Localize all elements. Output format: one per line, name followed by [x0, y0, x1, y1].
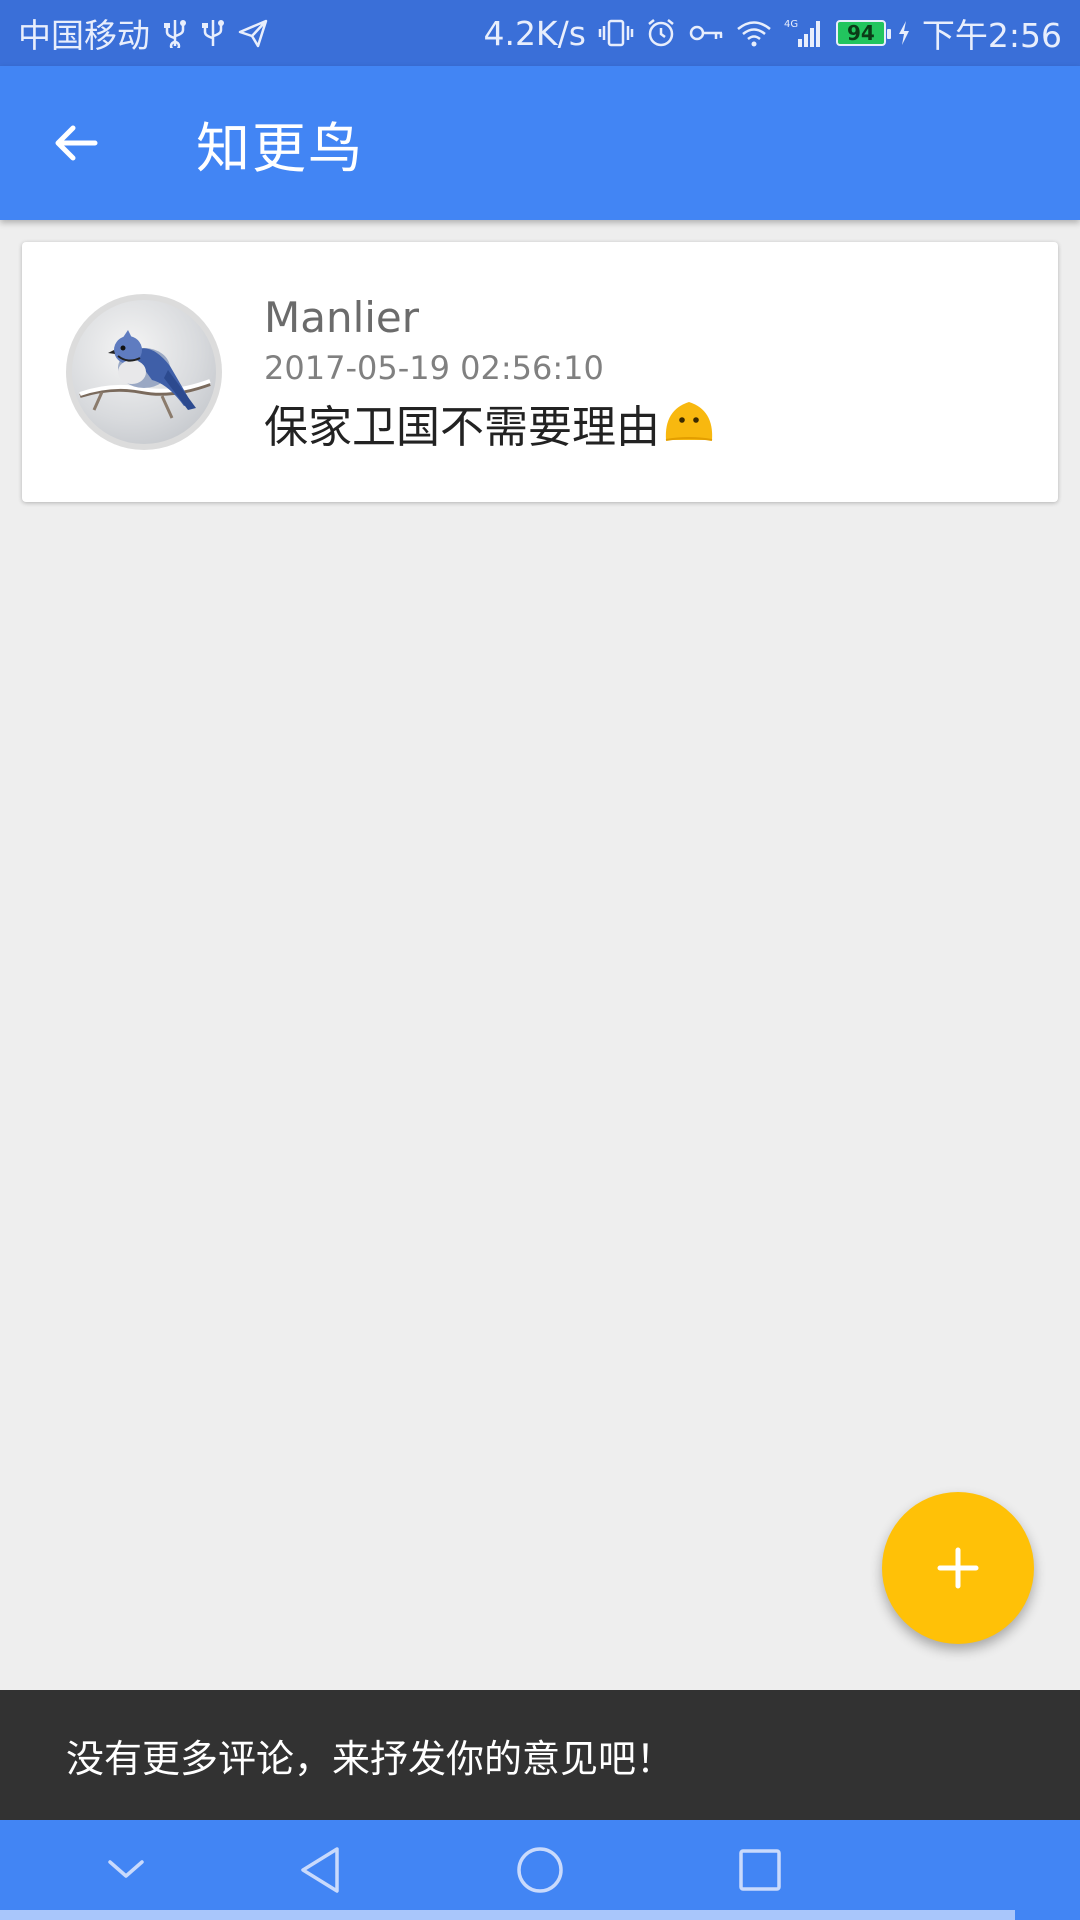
network-type: 4G: [784, 19, 798, 30]
carrier-label: 中国移动: [18, 16, 150, 55]
comment-time: 2017-05-19 02:56:10: [264, 349, 604, 387]
hide-nav-button[interactable]: [86, 1840, 166, 1900]
navigation-bar: [0, 1820, 1080, 1920]
bird-avatar-image: [72, 300, 216, 444]
key-icon: [688, 18, 724, 48]
clock: 下午2:56: [921, 16, 1062, 55]
usb-icon: [162, 18, 188, 48]
page-title: 知更鸟: [196, 116, 364, 180]
nav-back-button[interactable]: [280, 1840, 360, 1900]
recents-square-icon: [739, 1849, 781, 1891]
home-circle-icon: [517, 1847, 563, 1893]
comment-author: Manlier: [264, 293, 420, 342]
status-bar: 中国移动 4.2K/s 4G 94 下午2:56: [0, 0, 1080, 66]
arrow-left-icon: [55, 125, 98, 161]
wifi-icon: [736, 18, 772, 48]
back-button[interactable]: [16, 83, 136, 203]
snackbar: 没有更多评论，来抒发你的意见吧！: [0, 1690, 1080, 1820]
alarm-icon: [646, 18, 676, 48]
add-comment-button[interactable]: [882, 1492, 1034, 1644]
charging-icon: [898, 20, 910, 46]
chevron-down-icon: [108, 1860, 144, 1878]
battery-level: 94: [846, 21, 875, 45]
comment-card[interactable]: Manlier 2017-05-19 02:56:10 保家卫国不需要理由: [22, 242, 1058, 502]
nav-recents-button[interactable]: [720, 1840, 800, 1900]
back-triangle-icon: [301, 1847, 339, 1893]
send-icon: [238, 18, 268, 48]
nav-bar-strip: [0, 1910, 1015, 1920]
nav-home-button[interactable]: [500, 1840, 580, 1900]
comment-content: Manlier 2017-05-19 02:56:10 保家卫国不需要理由: [264, 292, 716, 460]
status-left: 中国移动: [18, 9, 268, 57]
battery-icon: 94: [835, 20, 891, 46]
comment-text: 保家卫国不需要理由: [264, 402, 660, 453]
plus-icon: [937, 1547, 979, 1589]
screen: 中国移动 4.2K/s 4G 94 下午2:56 知更鸟 Manlier 201…: [0, 0, 1080, 1920]
vibrate-icon: [598, 18, 634, 48]
avatar[interactable]: [66, 294, 222, 450]
comment-text-row: 保家卫国不需要理由: [264, 396, 716, 460]
app-bar: 知更鸟: [0, 66, 1080, 220]
signal-icon: 4G: [784, 17, 824, 49]
usb-icon: [200, 18, 226, 48]
network-speed: 4.2K/s: [483, 13, 586, 53]
status-right: 4.2K/s 4G 94 下午2:56: [483, 9, 1062, 57]
snackbar-message: 没有更多评论，来抒发你的意见吧！: [66, 1736, 675, 1781]
blob-face-emoji-icon: [662, 396, 716, 460]
